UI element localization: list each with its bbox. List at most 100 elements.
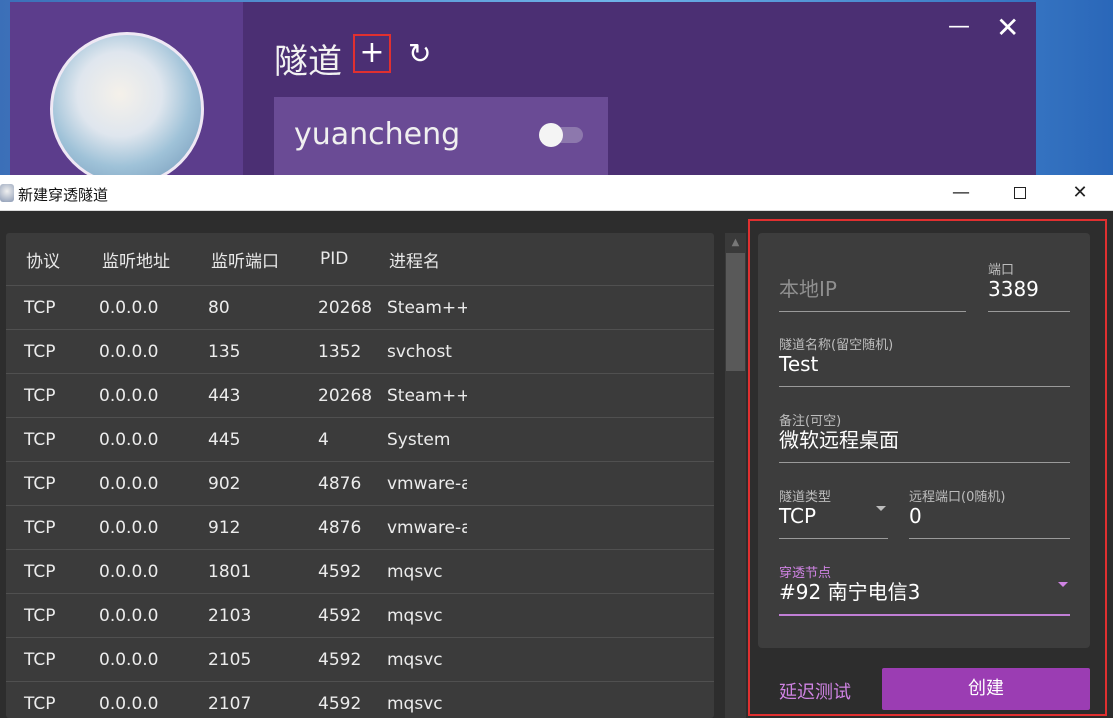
cell-process-name: mqsvc bbox=[387, 693, 443, 714]
cell-process-name: System bbox=[387, 429, 451, 450]
tunnel-type-label: 隧道类型 bbox=[779, 490, 832, 505]
app-icon bbox=[0, 184, 14, 202]
remote-port-value: 0 bbox=[909, 504, 922, 528]
chevron-down-icon bbox=[876, 506, 886, 511]
table-row[interactable]: TCP 0.0.0.0 80 20268 Steam++ bbox=[6, 285, 714, 329]
cell-pid: 20268 bbox=[318, 385, 373, 406]
remote-port-field[interactable]: 远程端口(0随机) 0 bbox=[909, 486, 1070, 539]
cell-listen-port: 2103 bbox=[208, 605, 252, 626]
cell-listen-address: 0.0.0.0 bbox=[99, 605, 159, 626]
cell-protocol: TCP bbox=[24, 341, 56, 362]
cell-listen-address: 0.0.0.0 bbox=[99, 649, 159, 670]
table-row[interactable]: TCP 0.0.0.0 1801 4592 mqsvc bbox=[6, 549, 714, 593]
port-table: 协议 监听地址 监听端口 PID 进程名 TCP 0.0.0.0 80 20268 St… bbox=[6, 233, 714, 718]
header-protocol[interactable]: 协议 bbox=[26, 247, 60, 272]
tunnel-name-value: Test bbox=[779, 352, 819, 376]
cell-protocol: TCP bbox=[24, 517, 56, 538]
table-row[interactable]: TCP 0.0.0.0 135 1352 svchost bbox=[6, 329, 714, 373]
note-label: 备注(可空) bbox=[779, 414, 842, 429]
minimize-icon[interactable]: — bbox=[948, 16, 970, 38]
tunnel-card-name: yuancheng bbox=[294, 117, 461, 152]
latency-test-button[interactable]: 延迟测试 bbox=[779, 678, 851, 704]
table-row[interactable]: TCP 0.0.0.0 902 4876 vmware-a bbox=[6, 461, 714, 505]
cell-listen-port: 912 bbox=[208, 517, 241, 538]
cell-process-name: svchost bbox=[387, 341, 452, 362]
header-listen-port[interactable]: 监听端口 bbox=[211, 247, 279, 272]
cell-listen-port: 443 bbox=[208, 385, 241, 406]
dialog-minimize-button[interactable]: — bbox=[935, 175, 987, 211]
node-value: #92 南宁电信3 bbox=[779, 580, 921, 604]
cell-pid: 1352 bbox=[318, 341, 362, 362]
note-value: 微软远程桌面 bbox=[779, 428, 899, 452]
dialog-maximize-button[interactable] bbox=[994, 175, 1046, 211]
table-body: TCP 0.0.0.0 80 20268 Steam++ TCP 0.0.0.0 135 135… bbox=[6, 285, 714, 718]
header-pid[interactable]: PID bbox=[320, 249, 348, 269]
cell-listen-address: 0.0.0.0 bbox=[99, 561, 159, 582]
table-row[interactable]: TCP 0.0.0.0 443 20268 Steam++ bbox=[6, 373, 714, 417]
remote-port-label: 远程端口(0随机) bbox=[909, 490, 1006, 505]
cell-pid: 20268 bbox=[318, 297, 373, 318]
scroll-thumb[interactable] bbox=[726, 253, 745, 371]
remote-port-underline bbox=[909, 538, 1070, 539]
cell-protocol: TCP bbox=[24, 297, 56, 318]
cell-process-name: mqsvc bbox=[387, 649, 443, 670]
cell-pid: 4592 bbox=[318, 693, 362, 714]
cell-listen-address: 0.0.0.0 bbox=[99, 473, 159, 494]
tunnel-name-field[interactable]: 隧道名称(留空随机) Test bbox=[779, 334, 1070, 387]
node-select[interactable]: 穿透节点 #92 南宁电信3 bbox=[779, 562, 1070, 616]
cell-listen-port: 445 bbox=[208, 429, 241, 450]
cell-protocol: TCP bbox=[24, 649, 56, 670]
cell-protocol: TCP bbox=[24, 429, 56, 450]
plus-icon[interactable]: + bbox=[353, 34, 391, 73]
create-button[interactable]: 创建 bbox=[882, 668, 1090, 710]
port-value: 3389 bbox=[988, 277, 1039, 301]
header-process-name[interactable]: 进程名 bbox=[389, 247, 440, 272]
local-ip-placeholder: 本地IP bbox=[779, 277, 837, 301]
cell-pid: 4592 bbox=[318, 649, 362, 670]
table-row[interactable]: TCP 0.0.0.0 2103 4592 mqsvc bbox=[6, 593, 714, 637]
cell-protocol: TCP bbox=[24, 385, 56, 406]
table-row[interactable]: TCP 0.0.0.0 2107 4592 mqsvc bbox=[6, 681, 714, 718]
tunnel-type-select[interactable]: 隧道类型 TCP bbox=[779, 486, 888, 539]
header-listen-address[interactable]: 监听地址 bbox=[102, 247, 170, 272]
cell-listen-port: 135 bbox=[208, 341, 241, 362]
page-title: 隧道 bbox=[274, 42, 342, 82]
note-field[interactable]: 备注(可空) 微软远程桌面 bbox=[779, 410, 1070, 463]
cell-process-name: vmware-a bbox=[387, 473, 467, 494]
cell-listen-port: 902 bbox=[208, 473, 241, 494]
new-tunnel-dialog: 新建穿透隧道 — ✕ 协议 监听地址 监听端口 PID 进程名 TCP 0.0.0… bbox=[0, 175, 1113, 718]
close-icon[interactable]: ✕ bbox=[996, 14, 1019, 42]
cell-process-name: vmware-a bbox=[387, 517, 467, 538]
tunnel-name-underline bbox=[779, 386, 1070, 387]
cell-protocol: TCP bbox=[24, 693, 56, 714]
cell-listen-address: 0.0.0.0 bbox=[99, 385, 159, 406]
cell-pid: 4592 bbox=[318, 561, 362, 582]
cell-process-name: mqsvc bbox=[387, 561, 443, 582]
refresh-icon[interactable]: ↻ bbox=[408, 40, 431, 68]
cell-listen-port: 2105 bbox=[208, 649, 252, 670]
tunnel-type-value: TCP bbox=[779, 504, 817, 528]
tunnel-card[interactable]: yuancheng bbox=[274, 97, 608, 175]
cell-listen-port: 2107 bbox=[208, 693, 252, 714]
table-row[interactable]: TCP 0.0.0.0 445 4 System bbox=[6, 417, 714, 461]
port-field[interactable]: 端口 3389 bbox=[988, 259, 1070, 312]
cell-listen-address: 0.0.0.0 bbox=[99, 297, 159, 318]
cell-pid: 4592 bbox=[318, 605, 362, 626]
local-ip-field[interactable]: 本地IP bbox=[779, 275, 966, 312]
avatar[interactable] bbox=[50, 32, 204, 186]
node-underline bbox=[779, 614, 1070, 616]
tunnel-name-label: 隧道名称(留空随机) bbox=[779, 338, 894, 353]
tunnel-toggle[interactable] bbox=[539, 123, 583, 147]
cell-listen-address: 0.0.0.0 bbox=[99, 517, 159, 538]
scroll-up-icon[interactable]: ▲ bbox=[725, 233, 746, 253]
dialog-close-button[interactable]: ✕ bbox=[1054, 175, 1106, 211]
cell-listen-port: 1801 bbox=[208, 561, 252, 582]
table-row[interactable]: TCP 0.0.0.0 2105 4592 mqsvc bbox=[6, 637, 714, 681]
cell-listen-address: 0.0.0.0 bbox=[99, 693, 159, 714]
cell-pid: 4876 bbox=[318, 473, 362, 494]
note-underline bbox=[779, 462, 1070, 463]
port-label: 端口 bbox=[988, 263, 1015, 278]
table-scrollbar[interactable]: ▲ bbox=[725, 233, 746, 718]
tunnel-form: 本地IP 端口 3389 隧道名称(留空随机) Test 备注(可空) 微软远程… bbox=[758, 233, 1090, 648]
table-row[interactable]: TCP 0.0.0.0 912 4876 vmware-a bbox=[6, 505, 714, 549]
